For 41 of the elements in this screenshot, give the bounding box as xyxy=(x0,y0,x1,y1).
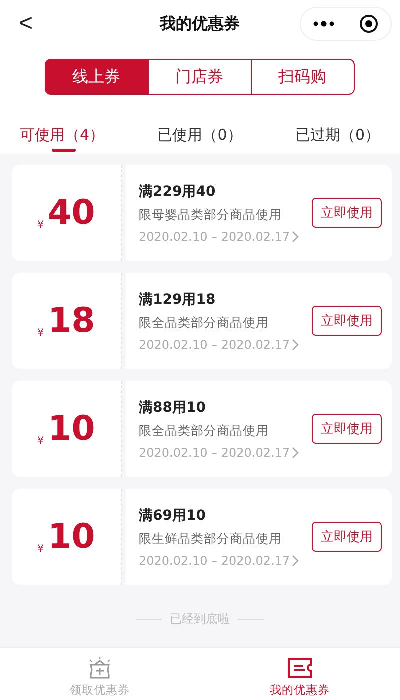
coupon-amount: 10 xyxy=(48,517,96,557)
use-now-button[interactable]: 立即使用 xyxy=(312,306,382,336)
coupon-amount: 10 xyxy=(48,409,96,449)
page-title: 我的优惠券 xyxy=(160,14,240,34)
use-now-button[interactable]: 立即使用 xyxy=(312,414,382,444)
chevron-icon[interactable] xyxy=(292,446,300,458)
status-tab[interactable]: 已过期（0） xyxy=(295,107,380,154)
chevron-icon[interactable] xyxy=(292,554,300,566)
back-button[interactable]: < xyxy=(14,10,38,38)
coupon-title: 满229用40 xyxy=(139,182,217,200)
coupon-period: 2020.02.10 – 2020.02.17 xyxy=(139,230,290,244)
coupon-title: 满69用10 xyxy=(139,506,207,524)
segment-tab[interactable]: 扫码购 xyxy=(250,59,354,95)
segment-tab[interactable]: 门店券 xyxy=(148,59,252,95)
coupon-amount: 18 xyxy=(48,301,96,341)
tab-underline xyxy=(52,149,76,152)
more-icon[interactable] xyxy=(313,21,335,27)
currency-symbol: ¥ xyxy=(38,544,44,554)
end-of-list-note: 已经到底啦 xyxy=(170,610,230,628)
coupon-period: 2020.02.10 – 2020.02.17 xyxy=(139,338,290,352)
coupon-title: 满129用18 xyxy=(139,290,217,308)
wallet-icon xyxy=(87,656,113,680)
coupon-scope: 限生鲜品类部分商品使用 xyxy=(139,530,283,548)
currency-symbol: ¥ xyxy=(38,328,44,338)
coupon-amount: 40 xyxy=(48,193,96,233)
status-tab[interactable]: 已使用（0） xyxy=(158,107,242,154)
currency-symbol: ¥ xyxy=(38,220,44,230)
coupon-period: 2020.02.10 – 2020.02.17 xyxy=(139,554,290,568)
status-tab[interactable]: 可使用（4） xyxy=(20,107,105,154)
ticket-icon xyxy=(287,656,313,680)
segment-tab[interactable]: 线上券 xyxy=(44,59,148,95)
coupon-period: 2020.02.10 – 2020.02.17 xyxy=(139,446,290,460)
coupon-scope: 限全品类部分商品使用 xyxy=(139,422,270,440)
coupon-title: 满88用10 xyxy=(139,398,207,416)
use-now-button[interactable]: 立即使用 xyxy=(312,522,382,552)
chevron-icon[interactable] xyxy=(292,338,300,350)
chevron-icon[interactable] xyxy=(292,230,300,242)
coupon-scope: 限全品类部分商品使用 xyxy=(139,314,270,332)
use-now-button[interactable]: 立即使用 xyxy=(312,198,382,228)
currency-symbol: ¥ xyxy=(38,436,44,446)
coupon-scope: 限母婴品类部分商品使用 xyxy=(139,206,283,224)
